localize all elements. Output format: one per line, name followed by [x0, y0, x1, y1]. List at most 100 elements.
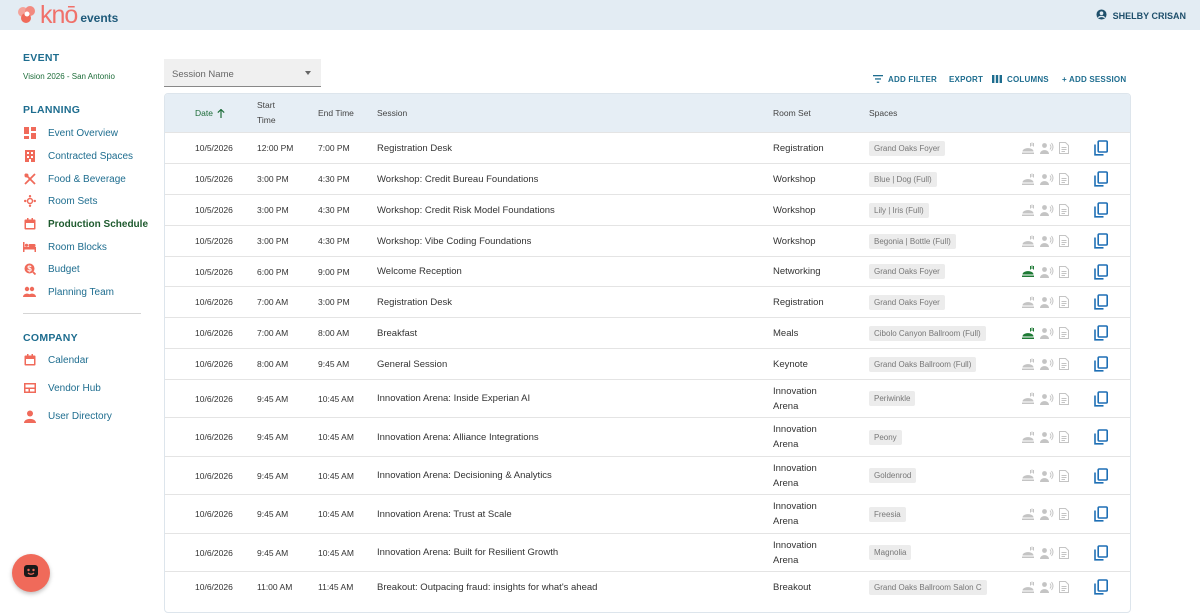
event-name[interactable]: Vision 2026 - San Antonio: [23, 72, 115, 81]
table-row[interactable]: 10/5/2026 6:00 PM 9:00 PM Welcome Reception…: [165, 256, 1130, 286]
food-beverage-icon[interactable]: [1021, 546, 1035, 559]
table-row[interactable]: 10/6/2026 9:45 AM 10:45 AM Innovation Arena…: [165, 456, 1130, 494]
audio-visual-icon[interactable]: [1040, 431, 1054, 443]
copy-session-icon[interactable]: [1094, 195, 1108, 225]
food-beverage-icon[interactable]: [1021, 431, 1035, 444]
audio-visual-icon[interactable]: [1040, 547, 1054, 559]
copy-session-icon[interactable]: [1094, 257, 1108, 286]
table-row[interactable]: 10/6/2026 9:45 AM 10:45 AM Innovation Arena…: [165, 494, 1130, 533]
cell-session[interactable]: Breakout: Outpacing fraud: insights for …: [377, 572, 597, 602]
copy-session-icon[interactable]: [1094, 534, 1108, 571]
column-header-session[interactable]: Session: [377, 94, 407, 132]
table-row[interactable]: 10/6/2026 7:00 AM 3:00 PM Registration Desk…: [165, 286, 1130, 317]
export-button[interactable]: EXPORT: [949, 73, 983, 85]
document-icon[interactable]: [1059, 204, 1069, 216]
audio-visual-icon[interactable]: [1040, 327, 1054, 339]
add-filter-button[interactable]: ADD FILTER: [873, 73, 937, 85]
audio-visual-icon[interactable]: [1040, 508, 1054, 520]
column-header-end-time[interactable]: End Time: [318, 94, 354, 132]
cell-session[interactable]: Innovation Arena: Alliance Integrations: [377, 418, 539, 456]
sidebar-item-room-blocks[interactable]: Room Blocks: [23, 239, 107, 255]
audio-visual-icon[interactable]: [1040, 393, 1054, 405]
document-icon[interactable]: [1059, 296, 1069, 308]
document-icon[interactable]: [1059, 358, 1069, 370]
food-beverage-icon[interactable]: [1021, 142, 1035, 155]
cell-session[interactable]: Innovation Arena: Trust at Scale: [377, 495, 512, 533]
cell-session[interactable]: Registration Desk: [377, 287, 452, 317]
food-beverage-icon[interactable]: [1021, 508, 1035, 521]
column-header-date[interactable]: Date: [195, 94, 225, 132]
audio-visual-icon[interactable]: [1040, 470, 1054, 482]
sidebar-item-room-sets[interactable]: Room Sets: [23, 193, 97, 209]
food-beverage-icon[interactable]: [1021, 358, 1035, 371]
sidebar-item-user-directory[interactable]: User Directory: [23, 408, 112, 424]
cell-session[interactable]: General Session: [377, 349, 447, 379]
document-icon[interactable]: [1059, 327, 1069, 339]
copy-session-icon[interactable]: [1094, 318, 1108, 348]
cell-session[interactable]: Breakfast: [377, 318, 417, 348]
document-icon[interactable]: [1059, 173, 1069, 185]
sidebar-item-planning-team[interactable]: Planning Team: [23, 284, 114, 300]
cell-session[interactable]: Innovation Arena: Inside Experian AI: [377, 380, 530, 417]
sidebar-item-event-overview[interactable]: Event Overview: [23, 125, 118, 141]
sidebar-item-food-beverage[interactable]: Food & Beverage: [23, 171, 126, 187]
document-icon[interactable]: [1059, 469, 1069, 482]
food-beverage-icon[interactable]: [1021, 581, 1035, 594]
user-menu[interactable]: SHELBY CRISAN: [1096, 9, 1186, 22]
table-row[interactable]: 10/6/2026 9:45 AM 10:45 AM Innovation Arena…: [165, 417, 1130, 456]
audio-visual-icon[interactable]: [1040, 581, 1054, 593]
audio-visual-icon[interactable]: [1040, 204, 1054, 216]
add-session-button[interactable]: + ADD SESSION: [1062, 73, 1126, 85]
sidebar-item-vendor-hub[interactable]: Vendor Hub: [23, 380, 101, 396]
document-icon[interactable]: [1059, 265, 1069, 278]
chat-button[interactable]: [12, 554, 50, 592]
document-icon[interactable]: [1059, 581, 1069, 593]
kno-events-logo[interactable]: knō events: [16, 3, 118, 28]
column-header-start-time[interactable]: Start Time: [257, 94, 276, 132]
document-icon[interactable]: [1059, 392, 1069, 405]
document-icon[interactable]: [1059, 546, 1069, 559]
audio-visual-icon[interactable]: [1040, 358, 1054, 370]
document-icon[interactable]: [1059, 431, 1069, 443]
document-icon[interactable]: [1059, 508, 1069, 520]
food-beverage-icon[interactable]: [1021, 296, 1035, 309]
copy-session-icon[interactable]: [1094, 495, 1108, 533]
copy-session-icon[interactable]: [1094, 226, 1108, 256]
copy-session-icon[interactable]: [1094, 418, 1108, 456]
audio-visual-icon[interactable]: [1040, 173, 1054, 185]
food-beverage-icon[interactable]: [1021, 469, 1035, 482]
table-row[interactable]: 10/6/2026 7:00 AM 8:00 AM Breakfast Meals Cib…: [165, 317, 1130, 348]
cell-session[interactable]: Workshop: Credit Risk Model Foundations: [377, 195, 555, 225]
copy-session-icon[interactable]: [1094, 572, 1108, 602]
column-header-room-set[interactable]: Room Set: [773, 94, 811, 132]
cell-session[interactable]: Registration Desk: [377, 133, 452, 163]
food-beverage-icon[interactable]: [1021, 235, 1035, 248]
table-row[interactable]: 10/5/2026 3:00 PM 4:30 PM Workshop: Credit …: [165, 194, 1130, 225]
audio-visual-icon[interactable]: [1040, 235, 1054, 247]
food-beverage-icon[interactable]: [1021, 173, 1035, 186]
table-row[interactable]: 10/6/2026 8:00 AM 9:45 AM General Session Ke…: [165, 348, 1130, 379]
audio-visual-icon[interactable]: [1040, 142, 1054, 154]
cell-session[interactable]: Innovation Arena: Built for Resilient Gr…: [377, 534, 558, 571]
copy-session-icon[interactable]: [1094, 287, 1108, 317]
columns-button[interactable]: COLUMNS: [992, 73, 1049, 85]
copy-session-icon[interactable]: [1094, 133, 1108, 163]
table-row[interactable]: 10/6/2026 11:00 AM 11:45 AM Breakout: Outpa…: [165, 571, 1130, 602]
copy-session-icon[interactable]: [1094, 349, 1108, 379]
column-header-spaces[interactable]: Spaces: [869, 94, 897, 132]
copy-session-icon[interactable]: [1094, 380, 1108, 417]
table-row[interactable]: 10/5/2026 12:00 PM 7:00 PM Registration Des…: [165, 132, 1130, 163]
document-icon[interactable]: [1059, 235, 1069, 247]
food-beverage-icon[interactable]: [1021, 204, 1035, 217]
cell-session[interactable]: Innovation Arena: Decisioning & Analytic…: [377, 457, 552, 494]
table-row[interactable]: 10/6/2026 9:45 AM 10:45 AM Innovation Arena…: [165, 533, 1130, 571]
cell-session[interactable]: Workshop: Vibe Coding Foundations: [377, 226, 531, 256]
table-row[interactable]: 10/6/2026 9:45 AM 10:45 AM Innovation Arena…: [165, 379, 1130, 417]
copy-session-icon[interactable]: [1094, 164, 1108, 194]
audio-visual-icon[interactable]: [1040, 266, 1054, 278]
food-beverage-icon[interactable]: [1021, 327, 1035, 340]
sidebar-item-contracted-spaces[interactable]: Contracted Spaces: [23, 148, 133, 164]
session-name-select[interactable]: Session Name: [164, 59, 321, 87]
document-icon[interactable]: [1059, 142, 1069, 154]
sidebar-item-calendar[interactable]: Calendar: [23, 352, 89, 368]
